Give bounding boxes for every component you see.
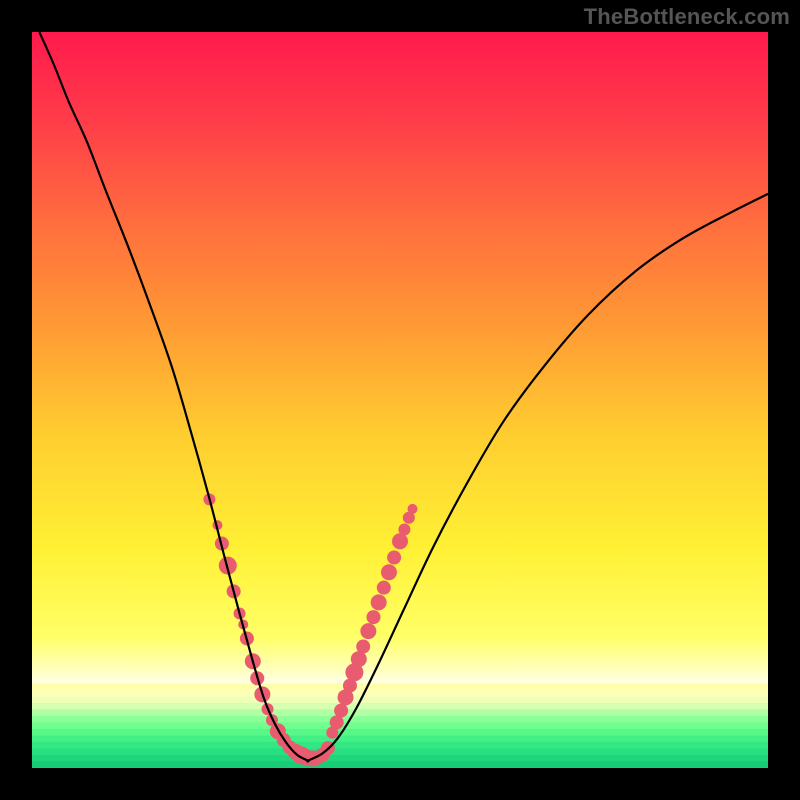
data-point [367,610,381,624]
data-point [351,651,367,667]
data-point [387,551,401,565]
plot-area [32,32,768,769]
data-point [392,533,408,549]
green-bands [32,683,768,768]
gradient-background [32,32,768,768]
data-point [398,524,410,536]
data-point [356,640,370,654]
data-point [408,504,418,514]
data-point [334,704,348,718]
bottleneck-chart [0,0,800,800]
data-point [381,564,397,580]
data-point [377,581,391,595]
data-point [360,623,376,639]
chart-stage: TheBottleneck.com [0,0,800,800]
data-point [371,594,387,610]
watermark-text: TheBottleneck.com [584,4,790,30]
